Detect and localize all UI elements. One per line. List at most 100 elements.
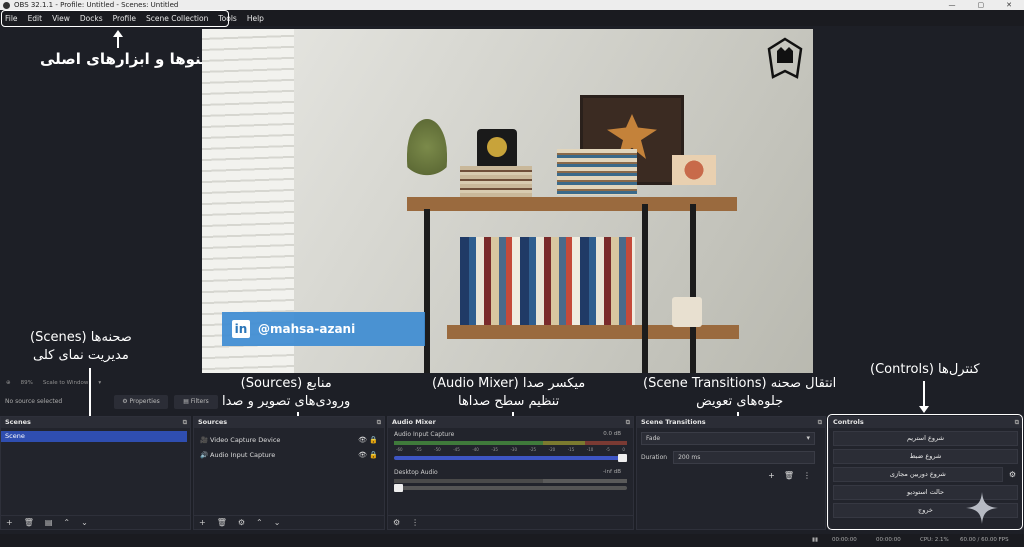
book-row <box>460 237 635 325</box>
close-button[interactable]: ✕ <box>1006 0 1012 10</box>
controls-annotation: کنترل‌ها (Controls) <box>870 362 980 377</box>
transitions-title: Scene Transitions <box>641 418 706 426</box>
cpu-usage: CPU: 2.1% <box>920 537 949 543</box>
sources-annotation-line1: منابع (Sources) <box>240 376 332 391</box>
shelf-post-mid <box>642 204 648 373</box>
scenes-annotation: صحنه‌ها (Scenes) مدیریت نمای کلی <box>30 329 132 365</box>
duration-input[interactable]: 200 ms <box>673 451 816 464</box>
brand-logo-icon <box>767 37 803 79</box>
meter-tick-label: -50 <box>434 447 441 452</box>
transition-actions: + 🗑 ⋮ <box>768 471 811 480</box>
obs-logo-icon <box>3 2 10 9</box>
move-up-icon[interactable]: ⌃ <box>63 518 70 527</box>
meter-tick-label: -40 <box>472 447 479 452</box>
add-icon[interactable]: + <box>199 518 206 527</box>
linkedin-overlay: in @mahsa-azani <box>222 312 425 346</box>
record-time: 00:00:00 <box>876 537 901 543</box>
window-controls: — ▢ ✕ <box>949 0 1013 10</box>
properties-row: No source selected ⚙ Properties ▤ Filter… <box>0 392 1024 412</box>
dock-float-icon[interactable]: ⧉ <box>818 417 822 428</box>
dock-float-icon[interactable]: ⧉ <box>377 417 381 428</box>
source-row[interactable]: 🎥 Video Capture Device 👁 🔒 <box>194 432 384 447</box>
linkedin-icon: in <box>232 320 250 338</box>
scale-mode[interactable]: Scale to Window <box>43 380 89 386</box>
mixer-channel-name: Audio Input Capture <box>394 431 455 438</box>
more-icon[interactable]: ⋮ <box>411 518 419 527</box>
transitions-annotation-line1: انتقال صحنه (Scene Transitions) <box>643 376 837 391</box>
volume-fader[interactable] <box>394 454 627 462</box>
speaker-icon: 🔊 <box>200 450 209 459</box>
window-title: OBS 32.1.1 - Profile: Untitled - Scenes:… <box>14 1 179 9</box>
zoom-icon[interactable]: ⊕ <box>6 380 11 386</box>
menu-highlight-outline <box>1 10 229 27</box>
move-down-icon[interactable]: ⌄ <box>274 518 281 527</box>
source-visibility-lock[interactable]: 👁 🔒 <box>358 451 378 459</box>
maximize-button[interactable]: ▢ <box>978 0 985 10</box>
scenes-annotation-line2: مدیریت نمای کلی <box>33 348 129 363</box>
meter-tick-label: -5 <box>605 447 610 452</box>
sources-dock-footer: + 🗑 ⚙ ⌃ ⌄ <box>194 515 384 529</box>
fader-knob[interactable] <box>394 484 403 492</box>
duration-label: Duration <box>641 454 668 461</box>
shelf-post-left <box>424 209 430 373</box>
scale-dropdown-icon[interactable]: ▾ <box>98 380 101 386</box>
move-up-icon[interactable]: ⌃ <box>256 518 263 527</box>
scenes-dock: Scenes ⧉ Scene + 🗑 ▤ ⌃ ⌄ <box>0 416 191 530</box>
move-down-icon[interactable]: ⌄ <box>81 518 88 527</box>
source-visibility-lock[interactable]: 👁 🔒 <box>358 436 378 444</box>
scenes-title: Scenes <box>5 418 31 426</box>
fader-knob[interactable] <box>618 454 627 462</box>
properties-button[interactable]: ⚙ Properties <box>114 395 168 409</box>
volume-meter <box>394 441 627 445</box>
stream-time: 00:00:00 <box>832 537 857 543</box>
meter-ticks: -60 -55 -50 -45 -40 -35 -30 -25 -20 -15 -10 -5 0 <box>394 447 627 453</box>
menu-annotation-arrow <box>113 30 123 48</box>
meter-tick-label: 0 <box>622 447 625 452</box>
meter-tick-label: -15 <box>567 447 575 452</box>
mixer-dock-title: Audio Mixer ⧉ <box>388 417 633 428</box>
volume-fader[interactable] <box>394 484 627 492</box>
scene-list-item[interactable]: Scene <box>1 431 187 442</box>
meter-tick-label: -55 <box>415 447 422 452</box>
dock-float-icon[interactable]: ⧉ <box>183 417 187 428</box>
minimize-button[interactable]: — <box>949 0 956 10</box>
add-icon[interactable]: + <box>6 518 13 527</box>
no-source-label: No source selected <box>5 398 63 405</box>
mixer-channel-name: Desktop Audio <box>394 469 438 476</box>
small-jar <box>672 297 702 327</box>
mixer-level: -inf dB <box>603 469 621 475</box>
source-row[interactable]: 🔊 Audio Input Capture 👁 🔒 <box>194 447 384 462</box>
mixer-channel: Desktop Audio -inf dB <box>388 466 633 504</box>
meter-tick-label: -10 <box>586 447 594 452</box>
mixer-annotation-line1: میکسر صدا (Audio Mixer) <box>432 376 586 391</box>
preview-canvas[interactable]: in @mahsa-azani <box>202 29 813 373</box>
shelf-post-right <box>690 204 696 373</box>
fps-readout: 60.00 / 60.00 FPS <box>960 537 1009 543</box>
meter-tick-label: -45 <box>453 447 460 452</box>
remove-icon[interactable]: 🗑 <box>217 518 227 527</box>
add-icon[interactable]: + <box>768 471 775 480</box>
figurines <box>672 155 716 185</box>
source-name: Video Capture Device <box>210 435 281 444</box>
meter-tick-label: -30 <box>510 447 518 452</box>
meter-tick-label: -20 <box>548 447 556 452</box>
menu-annotation: منوها و ابزارهای اصلی <box>40 50 211 68</box>
more-icon[interactable]: ⋮ <box>803 471 811 480</box>
sources-dock: Sources ⧉ 🎥 Video Capture Device 👁 🔒 🔊 Au… <box>193 416 385 530</box>
transition-select[interactable]: Fade <box>641 432 815 445</box>
gear-icon[interactable]: ⚙ <box>238 518 245 527</box>
meter-tick-label: -60 <box>396 447 403 452</box>
book-stack-right <box>557 149 637 195</box>
scene-transitions-dock: Scene Transitions⧉ Fade Duration 200 ms … <box>636 416 826 530</box>
menu-help[interactable]: Help <box>242 14 269 23</box>
filter-icon[interactable]: ▤ <box>45 518 53 527</box>
volume-meter <box>394 479 627 483</box>
remove-icon[interactable]: 🗑 <box>24 518 34 527</box>
filters-button[interactable]: ▤ Filters <box>174 395 218 409</box>
mixer-settings-icon[interactable]: ⚙ <box>393 518 400 527</box>
sources-dock-title: Sources ⧉ <box>194 417 384 428</box>
remove-icon[interactable]: 🗑 <box>784 471 794 480</box>
mixer-title: Audio Mixer <box>392 418 436 426</box>
sparkle-icon <box>966 492 998 524</box>
dock-float-icon[interactable]: ⧉ <box>626 417 630 428</box>
